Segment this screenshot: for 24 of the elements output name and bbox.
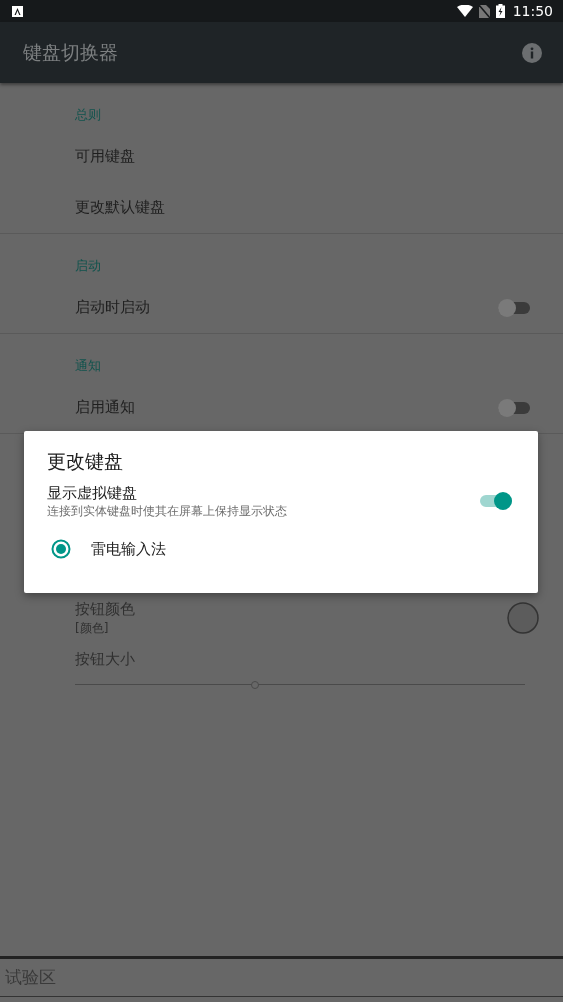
toggle-switch[interactable] [496,296,532,319]
section-header: 通知 [75,357,101,375]
no-sim-icon [478,4,490,18]
clock-time: 11:50 [512,3,553,19]
color-swatch[interactable] [507,602,539,634]
preference-title[interactable]: 启动时启动 [75,298,496,317]
toggle-switch[interactable] [478,490,514,512]
toggle-switch[interactable] [496,396,532,419]
size-slider[interactable] [75,679,525,691]
section-header: 启动 [75,257,101,275]
wifi-icon [456,5,473,17]
option-label[interactable]: 雷电输入法 [91,539,166,559]
radio-button[interactable] [51,539,71,559]
battery-icon [495,4,505,18]
preference-title[interactable]: 启用通知 [75,398,496,417]
info-icon[interactable] [522,42,542,63]
preference-title[interactable]: 可用键盘 [75,147,532,166]
preference-title[interactable]: 更改默认键盘 [75,198,532,217]
dialog-title: 更改键盘 [47,450,123,472]
notification-icon [12,5,23,17]
section-header: 总则 [75,106,101,124]
app-title: 键盘切换器 [23,39,119,65]
toggle-title[interactable]: 显示虚拟键盘 [47,483,478,503]
toggle-summary: 连接到实体键盘时使其在屏幕上保持显示状态 [47,503,288,519]
